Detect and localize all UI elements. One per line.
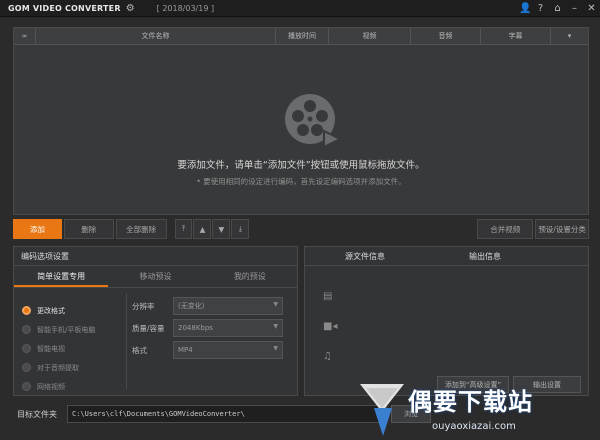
column-duration[interactable]: 播放时间	[276, 28, 329, 44]
move-up-icon[interactable]: ▲	[193, 219, 212, 239]
minimize-icon[interactable]: –	[570, 0, 579, 17]
radio-dot	[22, 306, 31, 315]
window-controls: 👤 ? ⌂ – ✕	[519, 0, 596, 17]
link-icon[interactable]: ∞	[14, 28, 36, 44]
encoding-title: 编码选项设置	[14, 247, 297, 266]
quality-select[interactable]: 2048Kbps	[173, 319, 283, 337]
move-bottom-icon[interactable]: ⤓	[231, 219, 250, 239]
music-note-icon: ♫	[323, 351, 332, 362]
file-toolbar: 添加 删除 全部删除 ⤒ ▲ ▼ ⤓ 合并视频 预设/设置分类	[13, 219, 589, 239]
delete-all-button[interactable]: 全部删除	[115, 219, 167, 239]
preset-button[interactable]: 预设/设置分类	[535, 219, 589, 239]
resolution-label: 分辨率	[132, 301, 155, 311]
tab-my-presets[interactable]: 我的预设	[203, 266, 297, 287]
app-logo: GOM VIDEO CONVERTER	[8, 3, 121, 13]
radio-label: 对于音频提取	[37, 363, 79, 372]
divider	[126, 293, 127, 389]
move-down-icon[interactable]: ▼	[212, 219, 231, 239]
format-field: 格式 MP4	[132, 341, 283, 359]
radio-audio-extract[interactable]: 对于音频提取	[22, 358, 95, 377]
watermark-logo-icon	[360, 384, 404, 436]
add-button[interactable]: 添加	[13, 219, 62, 239]
move-top-icon[interactable]: ⤒	[174, 219, 193, 239]
watermark-url: ouyaoxiazai.com	[432, 421, 516, 432]
radio-web-video[interactable]: 网络视频	[22, 377, 95, 396]
empty-subhint-text: 要使用相同的设定进行编码，首先设定编码选项并添加文件。	[203, 177, 406, 186]
radio-change-format[interactable]: 更改格式	[22, 301, 95, 320]
video-camera-icon: ■◂	[323, 321, 338, 332]
home-icon[interactable]: ⌂	[553, 0, 562, 17]
film-reel-icon	[285, 94, 343, 149]
user-icon[interactable]: 👤	[519, 0, 531, 17]
version-label: [ 2018/03/19 ]	[156, 3, 215, 13]
format-radio-group: 更改格式 智能手机/平板电脑 智能电视 对于音频提取 网络视频	[22, 301, 95, 396]
quality-label: 质量/容量	[132, 323, 165, 333]
tab-mobile-presets[interactable]: 移动预设	[108, 266, 202, 287]
file-list[interactable]: ∞ 文件名称 播放时间 视频 音频 字幕 ▾ 要添加文件，请单击“添加文件”按钮…	[13, 27, 589, 215]
destination-label: 目标文件夹	[17, 409, 57, 419]
gear-icon[interactable]: ⚙	[126, 3, 135, 14]
column-filename[interactable]: 文件名称	[36, 28, 276, 44]
column-video[interactable]: 视频	[329, 28, 411, 44]
help-icon[interactable]: ?	[536, 0, 545, 17]
merge-video-button[interactable]: 合并视频	[477, 219, 534, 239]
destination-path-input[interactable]: C:\Users\clf\Documents\GOMVideoConverter…	[67, 405, 387, 423]
source-info-title: 源文件信息	[345, 252, 385, 261]
info-header: 源文件信息 输出信息	[305, 247, 588, 266]
radio-dot	[22, 344, 31, 353]
radio-dot	[22, 325, 31, 334]
radio-label: 网络视频	[37, 382, 65, 391]
radio-label: 智能电视	[37, 344, 65, 353]
radio-smartphone[interactable]: 智能手机/平板电脑	[22, 320, 95, 339]
file-list-header: ∞ 文件名称 播放时间 视频 音频 字幕 ▾	[14, 28, 588, 45]
file-icon: ▤	[323, 291, 333, 302]
tab-simple[interactable]: 简单设置专用	[14, 266, 109, 287]
resolution-select[interactable]: (无变化)	[173, 297, 283, 315]
empty-hint: 要添加文件，请单击“添加文件”按钮或使用鼠标拖放文件。	[177, 160, 425, 171]
encoding-tabs: 简单设置专用 移动预设 我的预设	[14, 266, 297, 288]
file-list-empty-area[interactable]: 要添加文件，请单击“添加文件”按钮或使用鼠标拖放文件。 • 要使用相同的设定进行…	[14, 45, 588, 215]
radio-label: 更改格式	[37, 306, 65, 315]
delete-button[interactable]: 删除	[63, 219, 114, 239]
watermark-text: 偶要下载站	[408, 388, 533, 416]
radio-dot	[22, 382, 31, 391]
info-panel: 源文件信息 输出信息 ▤ ■◂ ♫ 添加到“高级设置” 输出设置	[304, 246, 589, 396]
radio-label: 智能手机/平板电脑	[37, 325, 96, 334]
column-subtitle[interactable]: 字幕	[481, 28, 551, 44]
output-info-title: 输出信息	[469, 252, 501, 261]
radio-dot	[22, 363, 31, 372]
close-icon[interactable]: ✕	[587, 0, 596, 17]
info-icons: ▤ ■◂ ♫	[323, 291, 337, 381]
encoding-panel: 编码选项设置 简单设置专用 移动预设 我的预设 更改格式 智能手机/平板电脑 智…	[13, 246, 298, 396]
column-menu-icon[interactable]: ▾	[551, 28, 588, 44]
column-audio[interactable]: 音频	[411, 28, 481, 44]
resolution-field: 分辨率 (无变化)	[132, 297, 283, 315]
title-bar: GOM VIDEO CONVERTER ⚙ [ 2018/03/19 ] 👤 ?…	[0, 0, 600, 17]
site-watermark: 偶要下载站 ouyaoxiazai.com	[350, 378, 600, 440]
empty-subhint: • 要使用相同的设定进行编码，首先设定编码选项并添加文件。	[196, 177, 406, 186]
radio-smart-tv[interactable]: 智能电视	[22, 339, 95, 358]
format-label: 格式	[132, 345, 147, 355]
format-select[interactable]: MP4	[173, 341, 283, 359]
quality-field: 质量/容量 2048Kbps	[132, 319, 283, 337]
